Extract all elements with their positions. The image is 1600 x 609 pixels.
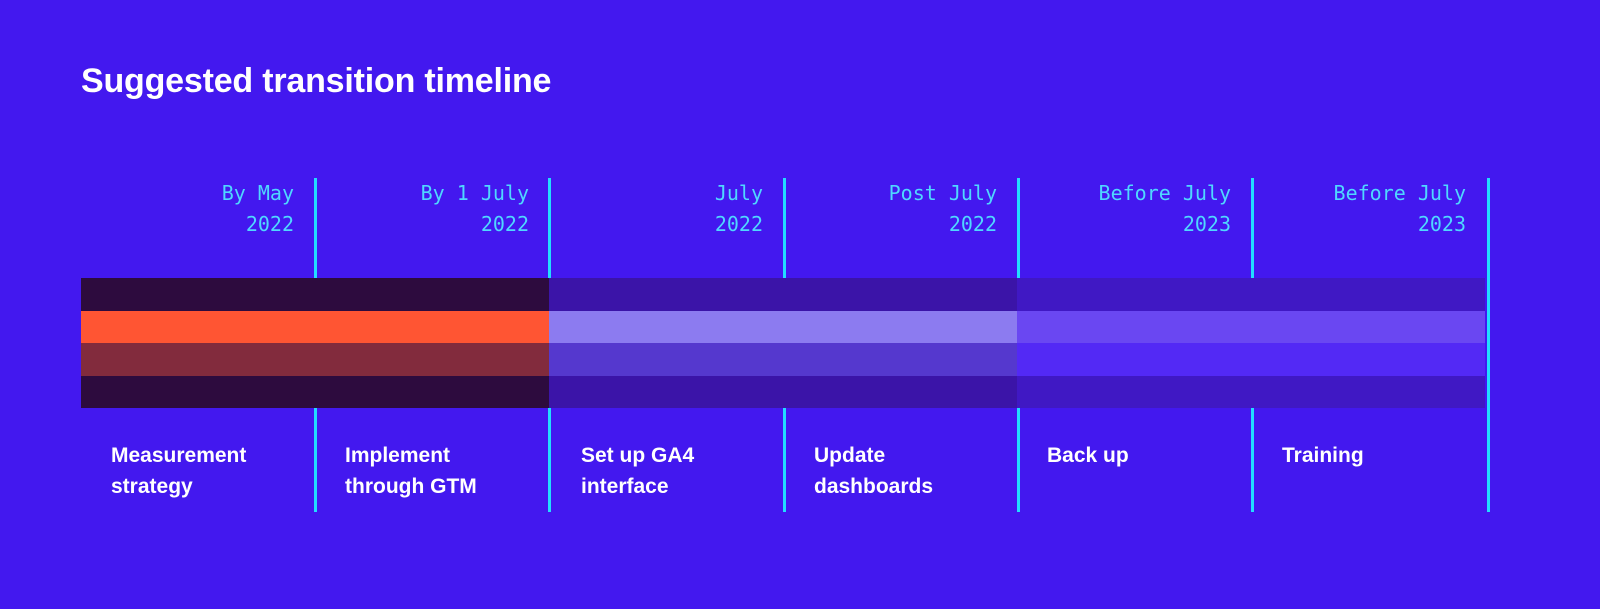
task-label-implement-through-gtm: Implement through GTM bbox=[345, 444, 477, 498]
bar-cell-measurement-strategy-row1 bbox=[81, 310, 315, 343]
bar-cell-back-up-row3 bbox=[1017, 375, 1251, 408]
bar-cell-back-up-row2 bbox=[1017, 343, 1251, 376]
bar-cell-training-row1 bbox=[1251, 310, 1485, 343]
timeline-infographic: Suggested transition timeline By May 202… bbox=[0, 0, 1600, 609]
task-label-training: Training bbox=[1282, 444, 1364, 467]
date-label-measurement-strategy: By May 2022 bbox=[221, 181, 294, 236]
task-label-back-up: Back up bbox=[1047, 444, 1129, 467]
bar-cell-set-up-ga4-interface-row2 bbox=[549, 343, 783, 376]
bar-row-1 bbox=[81, 310, 1485, 343]
bar-cell-implement-through-gtm-row2 bbox=[315, 343, 549, 376]
bar-cell-measurement-strategy-row0 bbox=[81, 278, 315, 311]
column-divider-4 bbox=[1251, 408, 1254, 512]
bar-row-0 bbox=[81, 278, 1485, 311]
page-title: Suggested transition timeline bbox=[81, 62, 552, 100]
bar-cell-set-up-ga4-interface-row1 bbox=[549, 310, 783, 343]
column-divider-0 bbox=[314, 408, 317, 512]
column-divider-2 bbox=[783, 408, 786, 512]
task-label-set-up-ga4-interface: Set up GA4 interface bbox=[581, 444, 695, 498]
date-label-set-up-ga4-interface: July 2022 bbox=[714, 181, 763, 236]
bar-cell-implement-through-gtm-row1 bbox=[315, 310, 549, 343]
bar-cell-update-dashboards-row0 bbox=[783, 278, 1017, 311]
bar-cell-implement-through-gtm-row3 bbox=[315, 375, 549, 408]
bar-cell-update-dashboards-row3 bbox=[783, 375, 1017, 408]
column-divider-1 bbox=[548, 408, 551, 512]
bar-cell-training-row2 bbox=[1251, 343, 1485, 376]
date-label-implement-through-gtm: By 1 July 2022 bbox=[420, 181, 529, 236]
bar-cell-update-dashboards-row1 bbox=[783, 310, 1017, 343]
date-label-update-dashboards: Post July 2022 bbox=[888, 181, 997, 236]
bar-row-2 bbox=[81, 343, 1485, 376]
task-label-update-dashboards: Update dashboards bbox=[814, 444, 934, 498]
bar-cell-measurement-strategy-row3 bbox=[81, 375, 315, 408]
date-label-back-up: Before July 2023 bbox=[1098, 181, 1231, 236]
bar-cell-set-up-ga4-interface-row3 bbox=[549, 375, 783, 408]
column-divider-3 bbox=[1017, 408, 1020, 512]
bar-cell-update-dashboards-row2 bbox=[783, 343, 1017, 376]
bar-cell-back-up-row1 bbox=[1017, 310, 1251, 343]
bar-cell-training-row3 bbox=[1251, 375, 1485, 408]
bar-cell-implement-through-gtm-row0 bbox=[315, 278, 549, 311]
bar-cell-training-row0 bbox=[1251, 278, 1485, 311]
timeline-bar-band bbox=[81, 278, 1485, 408]
bar-cell-back-up-row0 bbox=[1017, 278, 1251, 311]
bar-cell-measurement-strategy-row2 bbox=[81, 343, 315, 376]
task-label-measurement-strategy: Measurement strategy bbox=[111, 444, 247, 498]
column-divider-5 bbox=[1487, 178, 1490, 512]
bar-cell-set-up-ga4-interface-row0 bbox=[549, 278, 783, 311]
date-label-training: Before July 2023 bbox=[1333, 181, 1466, 236]
bar-row-3 bbox=[81, 375, 1485, 408]
